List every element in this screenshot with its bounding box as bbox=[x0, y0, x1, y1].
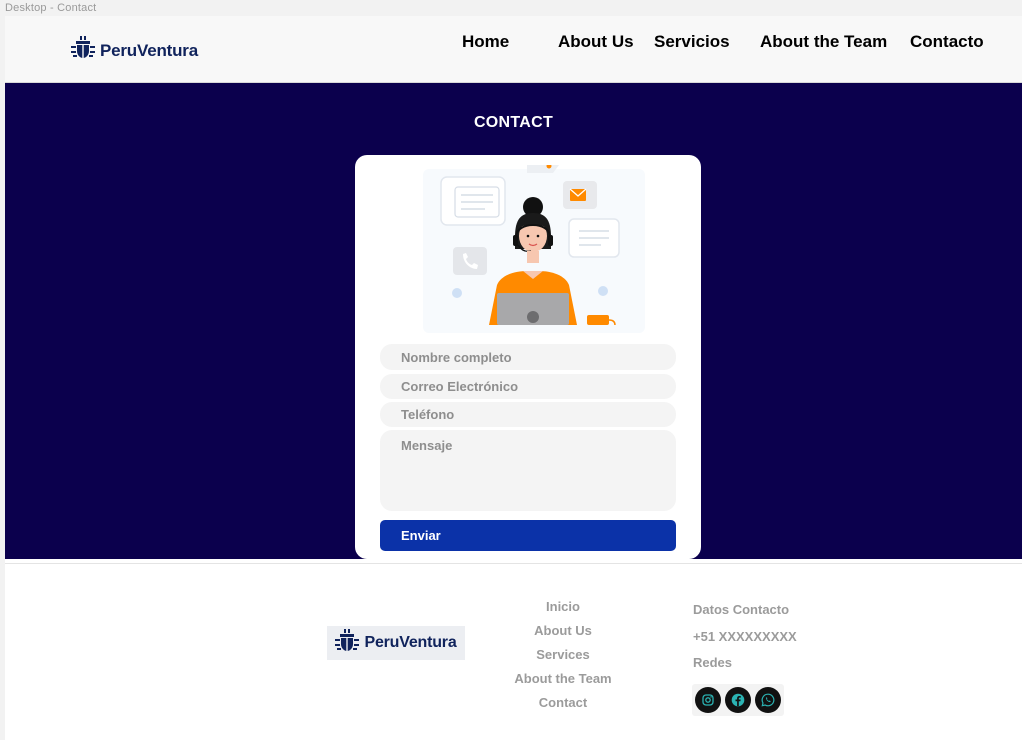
contact-section: CONTACT Nombre completo Correo Electróni… bbox=[5, 83, 1022, 559]
message-textarea[interactable] bbox=[380, 430, 676, 511]
footer-link-contact[interactable]: Contact bbox=[485, 695, 641, 719]
contact-info: Datos Contacto +51 XXXXXXXXX Redes bbox=[693, 602, 797, 682]
send-button[interactable]: Enviar bbox=[380, 520, 676, 551]
social-links bbox=[692, 684, 784, 716]
nav-home[interactable]: Home bbox=[462, 32, 509, 52]
footer-link-about-us[interactable]: About Us bbox=[485, 623, 641, 647]
support-agent-illustration bbox=[419, 163, 649, 333]
contact-card: Enviar bbox=[355, 155, 701, 559]
social-heading: Redes bbox=[693, 655, 733, 670]
contact-phone: +51 XXXXXXXXX bbox=[693, 628, 797, 644]
instagram-icon[interactable] bbox=[695, 687, 721, 713]
nav-contacto[interactable]: Contacto bbox=[910, 32, 984, 52]
facebook-icon[interactable] bbox=[725, 687, 751, 713]
whatsapp-icon[interactable] bbox=[755, 687, 781, 713]
page: PeruVentura Home About Us Servicios Abou… bbox=[5, 16, 1022, 740]
footer-brand-logo[interactable]: PeruVentura bbox=[327, 626, 465, 660]
section-title: CONTACT bbox=[473, 114, 554, 131]
frame-label: Desktop - Contact bbox=[5, 2, 97, 14]
footer-links: Inicio About Us Services About the Team … bbox=[485, 599, 641, 719]
nav-about-us[interactable]: About Us bbox=[558, 32, 634, 52]
nav-servicios[interactable]: Servicios bbox=[654, 32, 730, 52]
full-name-input[interactable] bbox=[380, 344, 676, 370]
footer-brand-name: PeruVentura bbox=[364, 634, 457, 651]
contact-heading: Datos Contacto bbox=[693, 602, 790, 617]
footer-link-services[interactable]: Services bbox=[485, 647, 641, 671]
phone-input[interactable] bbox=[380, 402, 676, 427]
email-input[interactable] bbox=[380, 374, 676, 399]
main-nav: Home About Us Servicios About the Team C… bbox=[5, 32, 1022, 54]
bug-logo-icon bbox=[335, 628, 360, 658]
header: PeruVentura Home About Us Servicios Abou… bbox=[5, 16, 1022, 83]
footer-link-about-the-team[interactable]: About the Team bbox=[485, 671, 641, 695]
footer-link-inicio[interactable]: Inicio bbox=[485, 599, 641, 623]
nav-about-the-team[interactable]: About the Team bbox=[760, 32, 887, 52]
footer: PeruVentura Inicio About Us Services Abo… bbox=[5, 563, 1022, 740]
